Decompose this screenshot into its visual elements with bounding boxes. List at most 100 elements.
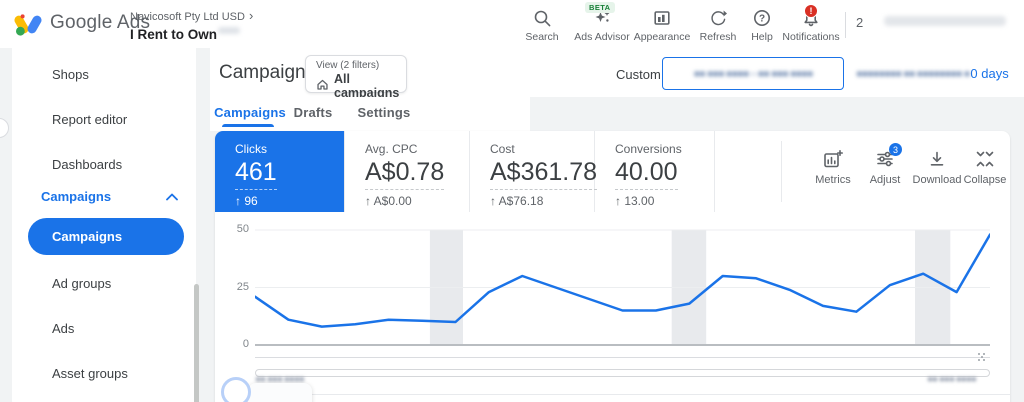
google-ads-app: Google Ads Navicosoft Pty Ltd USD› I Ren… xyxy=(0,0,1024,402)
sidebar-item-label: Report editor xyxy=(52,112,127,127)
tab-drafts[interactable]: Drafts xyxy=(288,97,338,128)
help-icon: ? xyxy=(753,8,771,28)
scorecard-cost[interactable]: Cost A$361.78 ↑ A$76.18 xyxy=(470,131,595,212)
scorecard-label: Clicks xyxy=(235,142,344,156)
redacted-compare-text: ●●●●●●●● ●● ●●●●●●●● ● xyxy=(856,68,969,80)
sidebar-section-campaigns[interactable]: Campaigns xyxy=(12,172,196,210)
adjust-button[interactable]: 3 Adjust xyxy=(859,149,911,186)
tab-label: Campaigns xyxy=(214,105,286,120)
sidebar-item-campaigns-selected[interactable]: Campaigns xyxy=(28,218,184,255)
bell-icon: ! xyxy=(802,8,820,28)
clicks-line-chart-svg xyxy=(255,212,990,352)
tab-label: Drafts xyxy=(294,105,333,120)
scorecard-delta: ↑ 96 xyxy=(235,194,344,208)
adjust-label: Adjust xyxy=(870,174,901,186)
y-axis-tick: 50 xyxy=(223,223,249,235)
date-mode-label: Custom xyxy=(616,67,661,82)
search-icon xyxy=(533,8,552,28)
loading-spinner xyxy=(221,377,251,402)
chevron-up-icon xyxy=(166,189,178,204)
view-filters-button[interactable]: View (2 filters) All campaigns xyxy=(305,55,407,93)
sidebar-item-ads[interactable]: Ads xyxy=(12,306,196,351)
sidebar-item-asset-groups[interactable]: Asset groups xyxy=(12,351,196,396)
scorecard-delta: ↑ 13.00 xyxy=(615,194,714,208)
download-button[interactable]: Download xyxy=(911,149,963,186)
sidebar-item-shops[interactable]: Shops xyxy=(12,52,196,97)
sidebar-item-label: Shops xyxy=(52,67,89,82)
y-axis-tick: 0 xyxy=(223,338,249,350)
divider xyxy=(781,141,782,202)
chart-x-axis-line xyxy=(255,357,990,358)
svg-text:?: ? xyxy=(759,14,765,25)
download-label: Download xyxy=(913,174,962,186)
scorecard-value: 40.00 xyxy=(615,158,678,190)
refresh-button[interactable]: Refresh xyxy=(694,8,742,44)
page-title: Campaigns xyxy=(219,62,315,84)
notifications-button[interactable]: ! Notifications xyxy=(780,8,842,44)
metrics-button[interactable]: Metrics xyxy=(807,149,859,186)
tune-icon: 3 xyxy=(876,149,894,169)
search-label: Search xyxy=(525,31,558,43)
mini-tooltip xyxy=(248,383,312,402)
redacted-text xyxy=(884,16,1006,26)
top-bar: Google Ads Navicosoft Pty Ltd USD› I Ren… xyxy=(0,0,1024,48)
scorecard-value: A$361.78 xyxy=(490,158,597,190)
collapse-label: Collapse xyxy=(964,174,1007,186)
refresh-icon xyxy=(709,8,727,28)
notifications-label: Notifications xyxy=(782,31,839,43)
download-icon xyxy=(928,149,946,169)
date-range-picker[interactable]: ●● ●●● ●●●● – ●● ●●● ●●●● xyxy=(662,57,844,90)
appearance-button[interactable]: Appearance xyxy=(634,8,690,44)
compare-period-link[interactable]: ●●●●●●●● ●● ●●●●●●●● ● 0 days xyxy=(856,66,1009,81)
metrics-label: Metrics xyxy=(815,174,850,186)
divider xyxy=(845,12,846,38)
sidebar-section-label: Campaigns xyxy=(41,189,111,204)
sidebar-item-ad-groups[interactable]: Ad groups xyxy=(12,261,196,306)
adjust-badge: 3 xyxy=(889,143,902,156)
help-button[interactable]: ? Help xyxy=(742,8,782,44)
scorecard-delta: ↑ A$76.18 xyxy=(490,194,594,208)
sidebar-item-label: Ad groups xyxy=(52,276,111,291)
collapse-icon xyxy=(976,149,994,169)
appearance-label: Appearance xyxy=(634,31,691,43)
y-axis-tick: 25 xyxy=(223,281,249,293)
ads-advisor-button[interactable]: BETA Ads Advisor xyxy=(570,8,634,44)
sidebar-item-label: Campaigns xyxy=(52,229,122,244)
sidebar-item-label: Dashboards xyxy=(52,157,122,172)
home-icon xyxy=(316,78,329,94)
scorecard-clicks[interactable]: Clicks 461 ↑ 96 xyxy=(215,131,345,212)
scorecard-avg-cpc[interactable]: Avg. CPC A$0.78 ↑ A$0.00 xyxy=(345,131,470,212)
metrics-icon xyxy=(824,149,843,169)
appearance-icon xyxy=(653,8,671,28)
view-filters-line1: View (2 filters) xyxy=(316,60,398,71)
tab-label: Settings xyxy=(358,105,411,120)
ads-advisor-label: Ads Advisor xyxy=(574,31,629,43)
search-button[interactable]: Search xyxy=(518,8,566,44)
sidebar-card-campaigns: Campaigns Campaigns Ad groups Ads Asset … xyxy=(12,172,196,402)
chevron-right-icon: › xyxy=(249,8,253,23)
sidebar-item-report-editor[interactable]: Report editor xyxy=(12,97,196,142)
scorecard-delta: ↑ A$0.00 xyxy=(365,194,469,208)
redacted-text xyxy=(218,27,240,34)
left-sidebar: Shops Report editor Dashboards Campaigns… xyxy=(0,48,210,402)
chart-horizontal-scrollbar[interactable] xyxy=(255,369,990,377)
help-label: Help xyxy=(751,31,773,43)
scorecard-row: Clicks 461 ↑ 96 Avg. CPC A$0.78 ↑ A$0.00… xyxy=(215,131,1010,212)
tab-count: 2 xyxy=(856,15,863,30)
campaigns-overview-card: Clicks 461 ↑ 96 Avg. CPC A$0.78 ↑ A$0.00… xyxy=(215,131,1010,402)
panel-handle[interactable] xyxy=(0,118,9,138)
tab-settings[interactable]: Settings xyxy=(354,97,414,128)
scorecard-conversions[interactable]: Conversions 40.00 ↑ 13.00 xyxy=(595,131,715,212)
refresh-label: Refresh xyxy=(700,31,737,43)
scorecard-label: Conversions xyxy=(615,142,714,156)
divider xyxy=(300,394,1010,395)
active-tab-indicator xyxy=(222,124,274,127)
collapse-button[interactable]: Collapse xyxy=(959,149,1011,186)
scorecard-value: 461 xyxy=(235,158,277,190)
chart-resize-handle[interactable] xyxy=(978,353,986,361)
scorecard-label: Avg. CPC xyxy=(365,142,469,156)
redacted-end-date: ●● ●●● ●●●● xyxy=(927,374,976,385)
sidebar-scrollbar[interactable] xyxy=(194,284,199,402)
scorecard-label: Cost xyxy=(490,142,594,156)
account-switcher[interactable]: Navicosoft Pty Ltd USD› I Rent to Own xyxy=(130,7,253,42)
